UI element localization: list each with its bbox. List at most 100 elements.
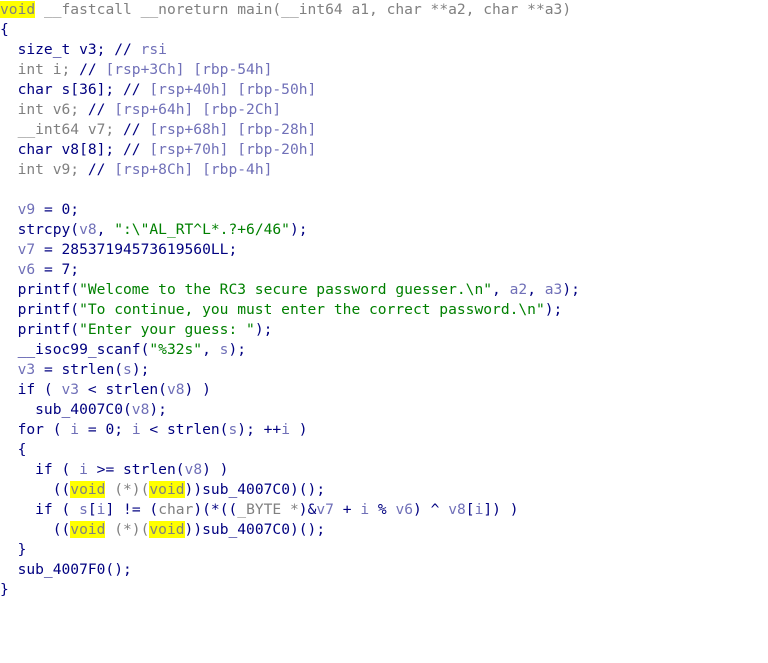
code-token: if ( (0, 381, 62, 398)
code-token: , (202, 341, 220, 358)
variable-token[interactable]: v8 (79, 221, 97, 238)
variable-token[interactable]: [rsp+3Ch] [rbp-54h] (105, 61, 272, 78)
variable-token[interactable]: v7 (316, 501, 334, 518)
code-line[interactable]: int i; // [rsp+3Ch] [rbp-54h] (0, 60, 580, 80)
code-line[interactable]: v7 = 28537194573619560LL; (0, 240, 580, 260)
variable-token[interactable]: v8 (448, 501, 466, 518)
string-literal: ":\"AL_RT^L*.?+6/46" (114, 221, 290, 238)
code-line[interactable]: char v8[8]; // [rsp+70h] [rbp-20h] (0, 140, 580, 160)
pseudocode-view[interactable]: void __fastcall __noreturn main(__int64 … (0, 0, 580, 600)
highlighted-keyword[interactable]: void (149, 481, 185, 498)
variable-token[interactable]: [rsp+8Ch] [rbp-4h] (114, 161, 272, 178)
variable-token[interactable]: s (79, 501, 88, 518)
variable-token[interactable]: v6 (395, 501, 413, 518)
type-token: (*)( (105, 481, 150, 498)
variable-token[interactable]: s (228, 421, 237, 438)
code-line[interactable]: } (0, 540, 580, 560)
code-line[interactable]: if ( v3 < strlen(v8) ) (0, 380, 580, 400)
code-token: ); (131, 361, 150, 378)
type-token: __int64 v7; (0, 121, 124, 138)
code-line[interactable]: } (0, 580, 580, 600)
code-line[interactable]: { (0, 20, 580, 40)
code-token: = strlen( (35, 361, 124, 378)
variable-token[interactable]: v8 (132, 401, 150, 418)
code-token: )& (298, 501, 317, 518)
code-line[interactable]: printf("Enter your guess: "); (0, 320, 580, 340)
code-line[interactable]: char s[36]; // [rsp+40h] [rbp-50h] (0, 80, 580, 100)
code-line[interactable]: ((void (*)(void))sub_4007C0)(); (0, 480, 580, 500)
code-token: printf( (0, 301, 80, 318)
code-line[interactable]: __isoc99_scanf("%32s", s); (0, 340, 580, 360)
variable-token[interactable]: v8 (167, 381, 185, 398)
code-token: sub_4007F0(); (0, 561, 132, 578)
code-token: + (333, 501, 361, 518)
code-line[interactable]: { (0, 440, 580, 460)
variable-token[interactable]: a2 (510, 281, 528, 298)
highlighted-keyword[interactable]: void (0, 1, 36, 18)
variable-token[interactable]: v7 (0, 241, 36, 258)
type-token: __fastcall __noreturn main(__int64 a1, c… (35, 1, 572, 18)
code-token: sub_4007C0( (0, 401, 132, 418)
code-line[interactable]: printf("To continue, you must enter the … (0, 300, 580, 320)
code-token: )(*(( (193, 501, 238, 518)
code-line[interactable]: int v9; // [rsp+8Ch] [rbp-4h] (0, 160, 580, 180)
code-line[interactable]: ((void (*)(void))sub_4007C0)(); (0, 520, 580, 540)
code-token: // (79, 61, 106, 78)
variable-token[interactable]: i (132, 421, 141, 438)
code-token: [ (87, 501, 97, 518)
variable-token[interactable]: [rsp+64h] [rbp-2Ch] (114, 101, 281, 118)
variable-token[interactable]: v3 (62, 381, 80, 398)
code-token: , (527, 281, 545, 298)
variable-token[interactable]: [rsp+68h] [rbp-28h] (149, 121, 316, 138)
highlighted-keyword[interactable]: void (70, 481, 106, 498)
code-token: printf( (0, 281, 80, 298)
variable-token[interactable]: v9 (0, 201, 36, 218)
variable-token[interactable]: [rsp+70h] [rbp-20h] (149, 141, 316, 158)
variable-token[interactable]: i (281, 421, 290, 438)
code-token: ); (544, 301, 563, 318)
variable-token[interactable]: i (360, 501, 369, 518)
type-token: int i; (0, 61, 80, 78)
variable-token[interactable]: i (70, 421, 79, 438)
code-token: ))sub_4007C0)(); (184, 521, 326, 538)
variable-token[interactable]: i (79, 461, 88, 478)
code-token: for ( (0, 421, 71, 438)
code-line[interactable]: void __fastcall __noreturn main(__int64 … (0, 0, 580, 20)
code-token: ); ++ (237, 421, 282, 438)
code-line[interactable]: sub_4007F0(); (0, 560, 580, 580)
code-line[interactable]: for ( i = 0; i < strlen(s); ++i ) (0, 420, 580, 440)
string-literal: "%32s" (149, 341, 203, 358)
code-line[interactable]: if ( i >= strlen(v8) ) (0, 460, 580, 480)
highlighted-keyword[interactable]: void (149, 521, 185, 538)
type-token: _BYTE * (237, 501, 299, 518)
code-token: { (0, 441, 27, 458)
variable-token[interactable]: rsi (141, 41, 167, 58)
code-line[interactable]: printf("Welcome to the RC3 secure passwo… (0, 280, 580, 300)
code-line[interactable]: size_t v3; // rsi (0, 40, 580, 60)
code-line[interactable] (0, 180, 580, 200)
highlighted-keyword[interactable]: void (70, 521, 106, 538)
code-line[interactable]: int v6; // [rsp+64h] [rbp-2Ch] (0, 100, 580, 120)
code-line[interactable]: v3 = strlen(s); (0, 360, 580, 380)
variable-token[interactable]: v8 (185, 461, 203, 478)
code-token: char s[36]; // (0, 81, 150, 98)
code-line[interactable]: sub_4007C0(v8); (0, 400, 580, 420)
variable-token[interactable]: v6 (0, 261, 36, 278)
code-token: (( (0, 521, 71, 538)
variable-token[interactable]: v3 (0, 361, 36, 378)
variable-token[interactable]: s (123, 361, 132, 378)
code-line[interactable]: v9 = 0; (0, 200, 580, 220)
code-token: ))sub_4007C0)(); (184, 481, 326, 498)
code-token: , (492, 281, 510, 298)
code-line[interactable]: v6 = 7; (0, 260, 580, 280)
variable-token[interactable]: a3 (545, 281, 563, 298)
code-line[interactable]: __int64 v7; // [rsp+68h] [rbp-28h] (0, 120, 580, 140)
code-token: >= strlen( (87, 461, 185, 478)
code-line[interactable]: strcpy(v8, ":\"AL_RT^L*.?+6/46"); (0, 220, 580, 240)
string-literal: "Welcome to the RC3 secure password gues… (79, 281, 493, 298)
type-token: int v9; (0, 161, 88, 178)
code-token: , (96, 221, 115, 238)
variable-token[interactable]: [rsp+40h] [rbp-50h] (149, 81, 316, 98)
code-line[interactable]: if ( s[i] != (char)(*((_BYTE *)&v7 + i %… (0, 500, 580, 520)
code-token: if ( (0, 501, 80, 518)
